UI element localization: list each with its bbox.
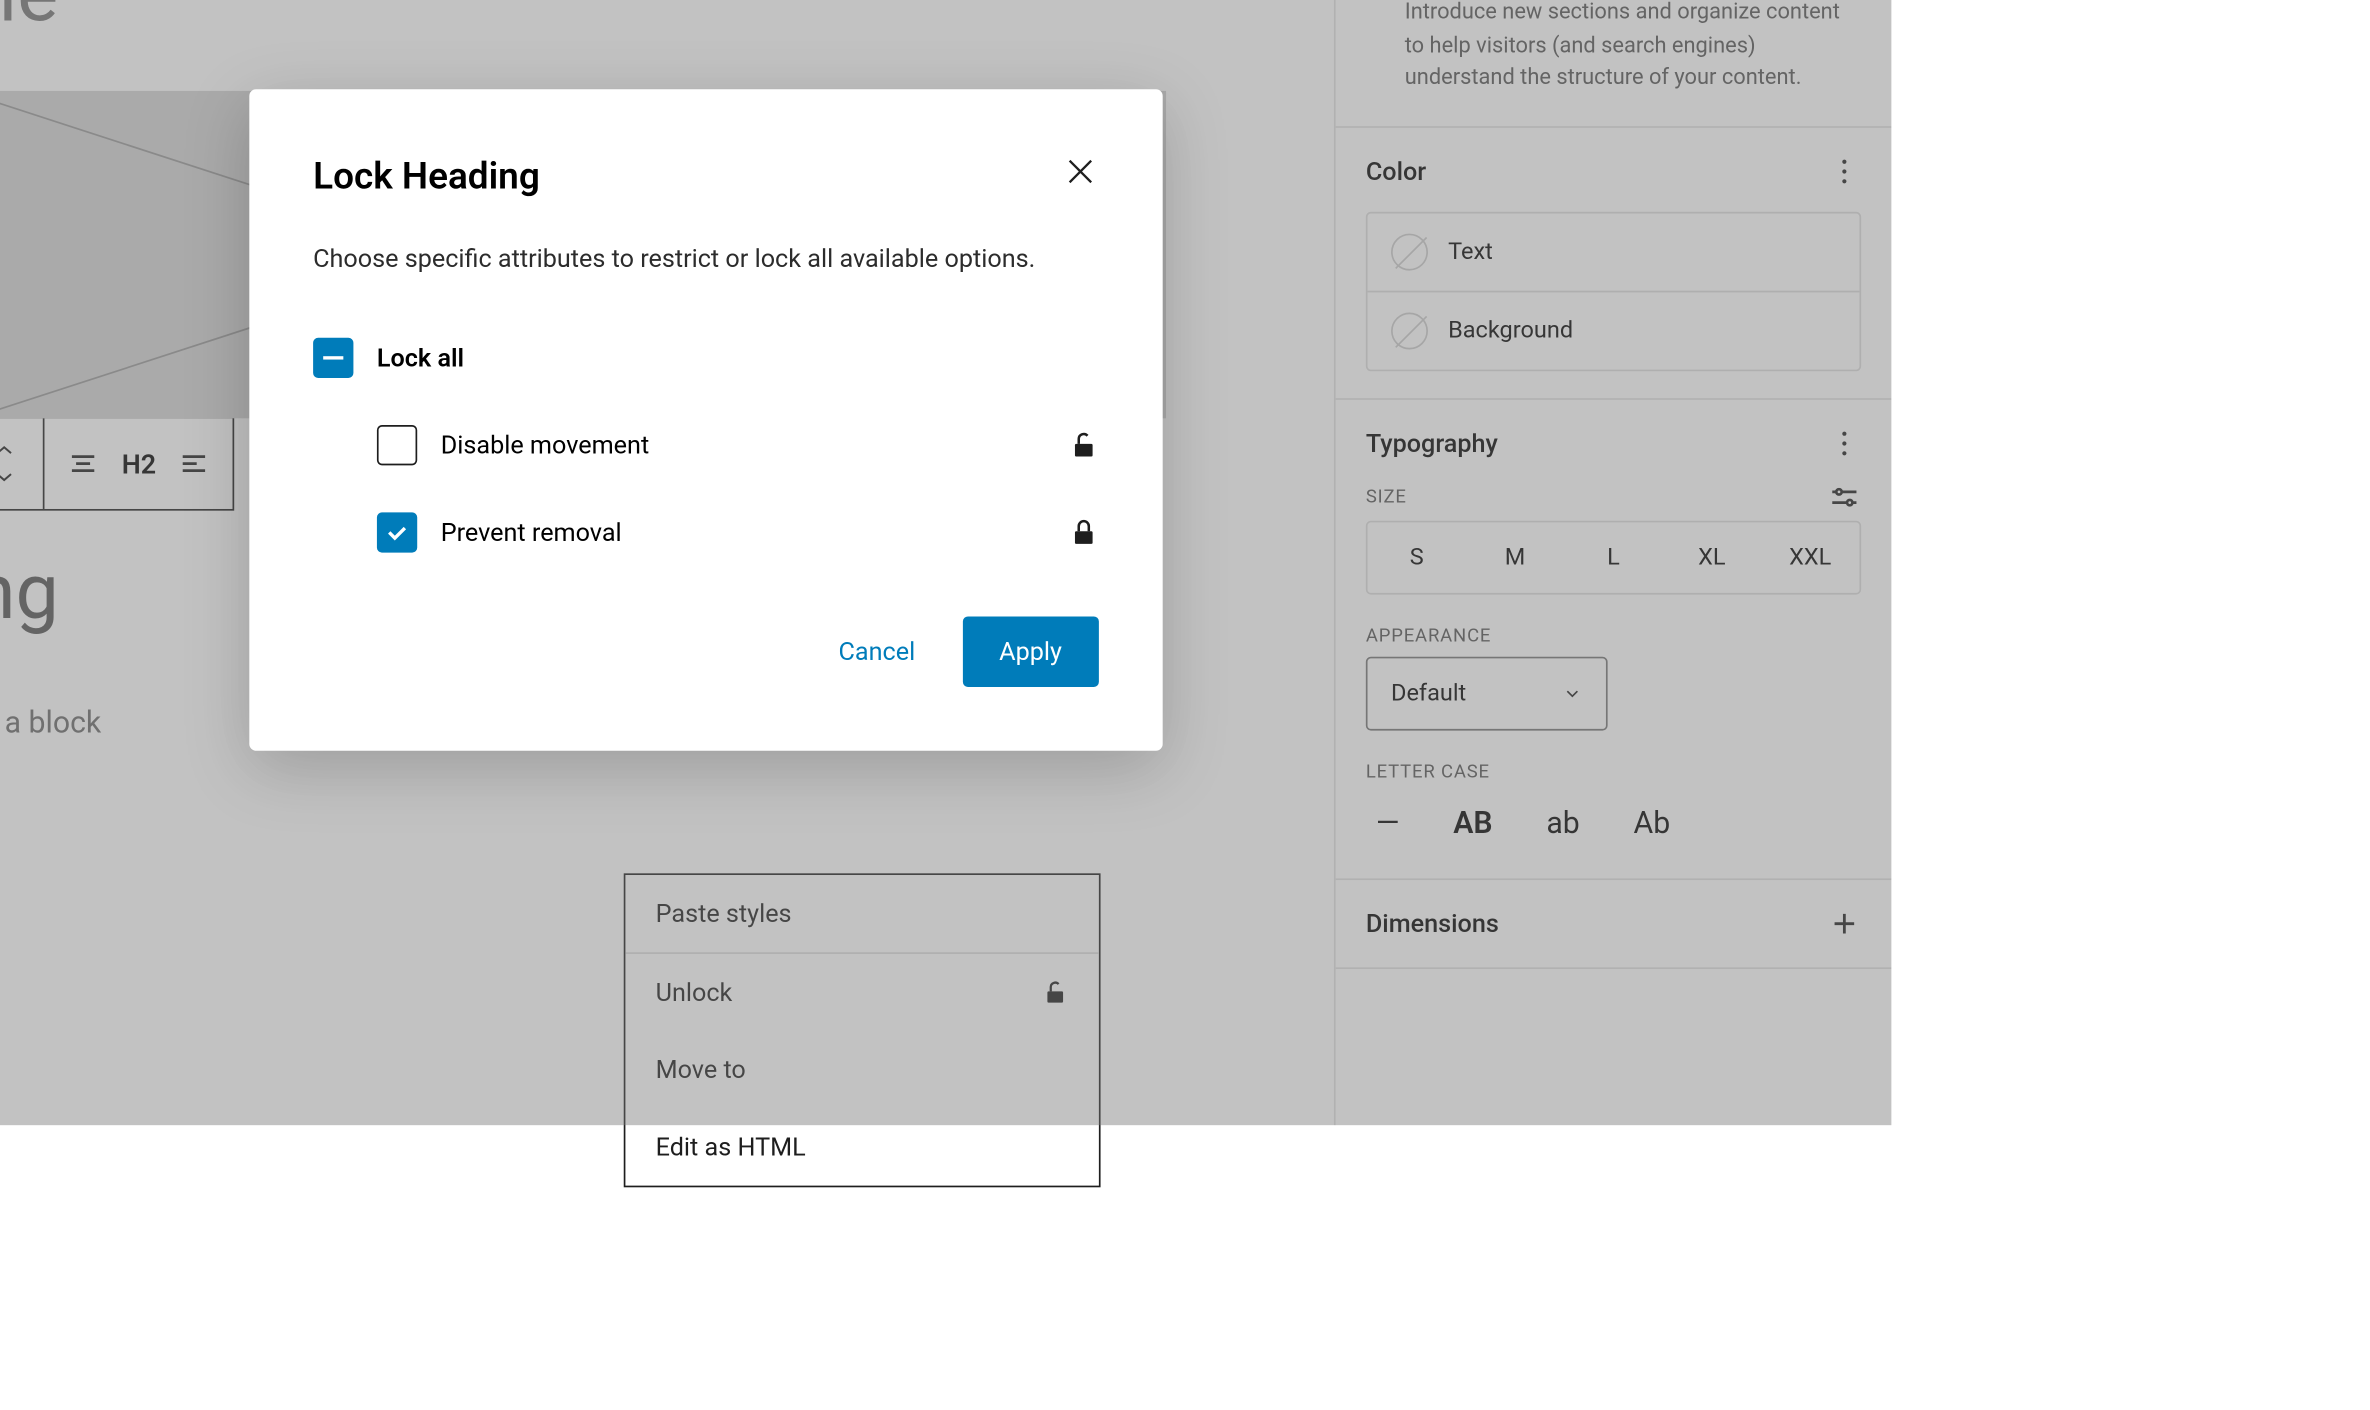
modal-title: Lock Heading [313, 156, 540, 198]
apply-button[interactable]: Apply [962, 616, 1099, 687]
disable-movement-checkbox[interactable] [377, 425, 417, 465]
lock-all-label: Lock all [377, 343, 464, 373]
prevent-removal-label: Prevent removal [441, 517, 622, 547]
unlock-icon [1069, 430, 1099, 460]
modal-description: Choose specific attributes to restrict o… [313, 244, 1099, 274]
disable-movement-label: Disable movement [441, 430, 649, 460]
lock-icon [1069, 517, 1099, 547]
cancel-button[interactable]: Cancel [808, 616, 945, 687]
lock-modal: Lock Heading Choose specific attributes … [249, 89, 1162, 751]
close-modal-button[interactable] [1062, 153, 1099, 200]
prevent-removal-checkbox[interactable] [377, 512, 417, 552]
lock-all-checkbox[interactable] [313, 338, 353, 378]
